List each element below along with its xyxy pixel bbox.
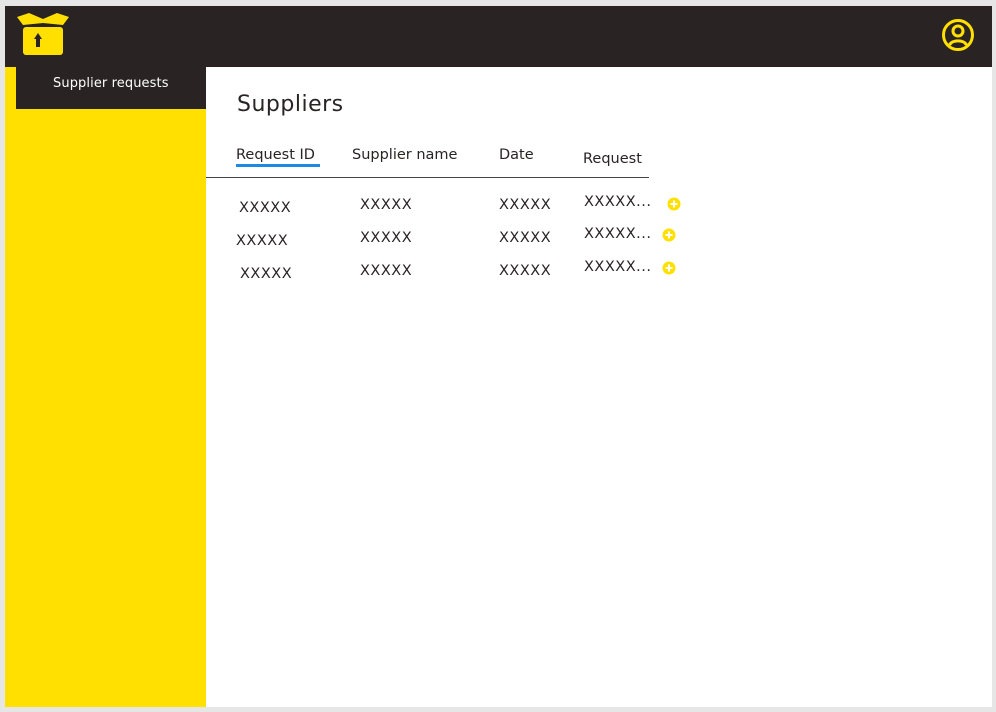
cell-request-id: XXXXX bbox=[236, 233, 289, 249]
column-header-request-id[interactable]: Request ID bbox=[236, 147, 315, 163]
user-circle-icon[interactable] bbox=[941, 18, 975, 52]
page-title: Suppliers bbox=[237, 92, 344, 117]
cell-supplier-name: XXXXX bbox=[360, 197, 413, 213]
plus-circle-icon[interactable] bbox=[662, 261, 676, 275]
sidebar-item-supplier-requests[interactable]: Supplier requests bbox=[5, 67, 206, 109]
cell-supplier-name: XXXXX bbox=[360, 230, 413, 246]
plus-circle-icon[interactable] bbox=[662, 228, 676, 242]
cell-supplier-name: XXXXX bbox=[360, 263, 413, 279]
cell-request-id: XXXXX bbox=[240, 266, 293, 282]
sort-indicator bbox=[236, 164, 320, 167]
box-upload-icon[interactable] bbox=[15, 13, 71, 57]
column-header-request[interactable]: Request bbox=[583, 151, 642, 167]
plus-circle-icon[interactable] bbox=[667, 197, 681, 211]
sidebar-item-label: Supplier requests bbox=[53, 76, 169, 91]
cell-date: XXXXX bbox=[499, 230, 552, 246]
cell-date: XXXXX bbox=[499, 197, 552, 213]
table-header-divider bbox=[206, 177, 649, 178]
cell-request: XXXXX... bbox=[584, 194, 652, 210]
column-header-supplier-name[interactable]: Supplier name bbox=[352, 147, 457, 163]
sidebar: Supplier requests bbox=[5, 67, 206, 707]
main-content: Suppliers Request ID Supplier name Date … bbox=[206, 67, 992, 707]
cell-request-id: XXXXX bbox=[239, 200, 292, 216]
active-indicator bbox=[5, 67, 16, 109]
cell-request: XXXXX... bbox=[584, 259, 652, 275]
cell-date: XXXXX bbox=[499, 263, 552, 279]
app-window: Supplier requests Suppliers Request ID S… bbox=[5, 6, 992, 707]
cell-request: XXXXX... bbox=[584, 226, 652, 242]
column-header-date[interactable]: Date bbox=[499, 147, 534, 163]
top-bar bbox=[5, 6, 992, 67]
